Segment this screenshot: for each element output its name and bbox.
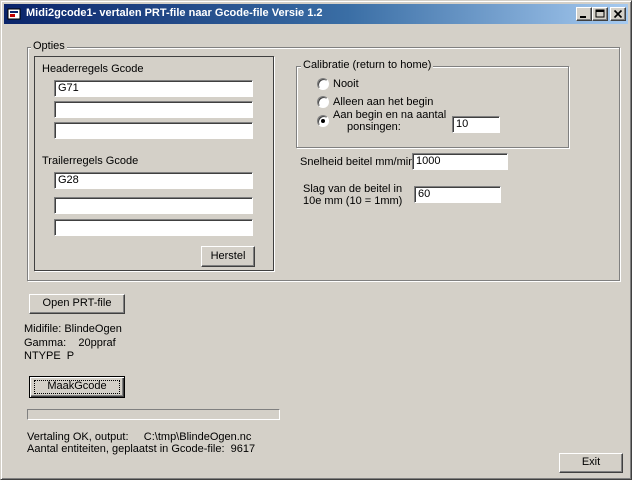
trailer-line-2-input[interactable] (54, 197, 253, 214)
minimize-button[interactable] (576, 7, 592, 21)
close-button[interactable] (610, 7, 626, 21)
radio-begin-only[interactable] (317, 96, 329, 108)
header-line-1-input[interactable]: G71 (54, 80, 253, 97)
trailer-line-3-input[interactable] (54, 219, 253, 236)
open-prt-file-button[interactable]: Open PRT-file (29, 294, 125, 314)
radio-never[interactable] (317, 78, 329, 90)
app-icon (7, 8, 21, 20)
reset-button[interactable]: Herstel (201, 246, 255, 267)
options-group-label: Opties (31, 40, 67, 52)
trailer-line-1-input[interactable]: G28 (54, 172, 253, 189)
maximize-icon (595, 9, 605, 18)
make-gcode-button[interactable]: MaakGcode (29, 376, 125, 398)
stroke-label-line2: 10e mm (10 = 1mm) (303, 195, 403, 207)
speed-input[interactable]: 1000 (412, 153, 508, 170)
radio-begin-and-count[interactable] (317, 115, 329, 127)
stroke-label-line1: Slag van de beitel in (303, 183, 403, 195)
radio-never-label[interactable]: Nooit (333, 78, 359, 90)
radio-begin-and-count-label-line2[interactable]: ponsingen: (347, 121, 401, 133)
radio-begin-and-count-label-line1[interactable]: Aan begin en na aantal (333, 109, 446, 121)
window-title: Midi2gcode1- vertalen PRT-file naar Gcod… (26, 7, 323, 19)
progress-bar (27, 409, 280, 420)
stroke-input[interactable]: 60 (414, 186, 501, 203)
gamma-info: Gamma: 20ppraf (24, 337, 116, 349)
title-bar[interactable]: Midi2gcode1- vertalen PRT-file naar Gcod… (4, 4, 628, 24)
ntype-info: NTYPE P (24, 350, 75, 362)
header-lines-label: Headerregels Gcode (42, 63, 144, 75)
main-window: Midi2gcode1- vertalen PRT-file naar Gcod… (0, 0, 632, 480)
status-output: Vertaling OK, output: C:\tmp\BlindeOgen.… (27, 431, 252, 443)
focus-indicator (34, 380, 120, 394)
calibration-count-input[interactable]: 10 (452, 116, 500, 133)
maximize-button[interactable] (592, 7, 608, 21)
minimize-icon (580, 16, 586, 18)
trailer-lines-label: Trailerregels Gcode (42, 155, 139, 167)
midifile-info: Midifile: BlindeOgen (24, 323, 122, 335)
header-line-2-input[interactable] (54, 101, 253, 118)
header-line-3-input[interactable] (54, 122, 253, 139)
close-icon (613, 9, 623, 19)
radio-selected-dot (321, 119, 325, 123)
status-entity-count: Aantal entiteiten, geplaatst in Gcode-fi… (27, 443, 256, 455)
calibration-group-label: Calibratie (return to home) (301, 59, 434, 71)
radio-begin-only-label[interactable]: Alleen aan het begin (333, 96, 433, 108)
exit-button[interactable]: Exit (559, 453, 623, 473)
speed-label: Snelheid beitel mm/min: (300, 156, 418, 168)
